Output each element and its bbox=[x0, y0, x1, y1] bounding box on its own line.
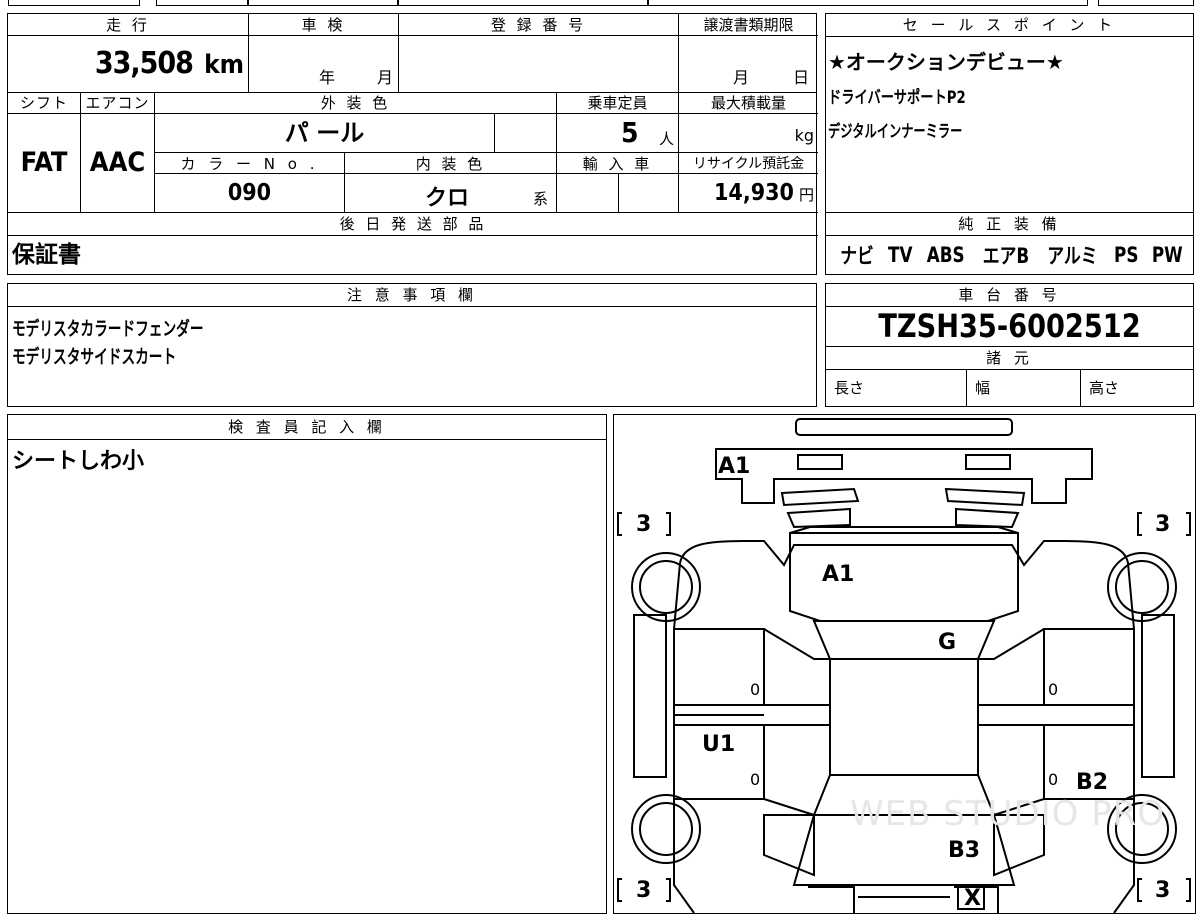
equipment-item: エアB bbox=[982, 244, 1029, 268]
notes-header: 注 意 事 項 欄 bbox=[8, 284, 816, 307]
exterior-color-header: 外 装 色 bbox=[154, 92, 556, 114]
mark-front-bumper: A1 bbox=[718, 454, 750, 479]
shift-value: FAT bbox=[20, 147, 68, 178]
inspector-text: シートしわ小 bbox=[12, 449, 145, 474]
mileage-unit: km bbox=[204, 50, 244, 80]
inspection-year-label: 年 bbox=[319, 68, 336, 87]
inspection-value-cell: 年 月 bbox=[248, 36, 398, 92]
note-line: モデリスタサイドスカート bbox=[12, 346, 177, 368]
equipment-item: ABS bbox=[927, 243, 965, 267]
sales-point-line: ★オークションデビュー★ bbox=[828, 50, 1064, 74]
interior-color-value: クロ 系 bbox=[344, 174, 556, 212]
tire-front-right: 3 bbox=[1155, 512, 1170, 537]
notes-box: 注 意 事 項 欄 モデリスタカラードフェンダー モデリスタサイドスカート bbox=[7, 283, 817, 407]
mileage-value-cell: 33,508 km bbox=[8, 36, 248, 92]
mark-roof-rear: B3 bbox=[948, 838, 980, 863]
equipment-item: PW bbox=[1152, 243, 1184, 267]
tire-rear-left: 3 bbox=[636, 878, 651, 903]
mark-right-rear-door: B2 bbox=[1076, 770, 1108, 795]
door-value: 0 bbox=[1048, 680, 1058, 699]
max-load-header: 最大積載量 bbox=[678, 92, 818, 114]
tire-rear-right: 3 bbox=[1155, 878, 1170, 903]
inspector-header: 検 査 員 記 入 欄 bbox=[8, 415, 606, 440]
registration-value-cell bbox=[398, 36, 678, 92]
deferred-parts-header: 後 日 発 送 部 品 bbox=[8, 212, 818, 236]
car-diagram-box: WEB STUDIO PRO A1 A1 G U1 B2 B3 X 3 3 3 … bbox=[613, 414, 1196, 914]
door-value: 0 bbox=[1048, 770, 1058, 789]
chassis-number: TZSH35-6002512 bbox=[878, 307, 1141, 345]
equipment-item: TV bbox=[887, 243, 913, 267]
spec-width-label: 幅 bbox=[966, 369, 1080, 406]
spec-length-label: 長さ bbox=[834, 379, 865, 397]
recycle-fee-value: 14,930 円 bbox=[678, 174, 818, 212]
main-info-grid: 走 行 車 検 登 録 番 号 譲渡書類期限 33,508 km 年 月 月 日… bbox=[7, 13, 818, 275]
spec-height-label: 高さ bbox=[1080, 369, 1193, 406]
standard-equipment-header: 純 正 装 備 bbox=[826, 213, 1193, 236]
diagram-watermark: WEB STUDIO PRO bbox=[850, 794, 1165, 834]
capacity-header: 乗車定員 bbox=[556, 92, 678, 114]
shift-header: シフト bbox=[8, 92, 80, 114]
specs-header: 諸 元 bbox=[826, 346, 1193, 370]
equipment-item: ナビ bbox=[840, 244, 874, 268]
top-strip bbox=[8, 0, 1194, 6]
max-load-value: kg bbox=[678, 114, 818, 152]
standard-equipment-box: 純 正 装 備 ナビ TV ABS エアB アルミ PS PW bbox=[825, 213, 1194, 275]
inspection-header: 車 検 bbox=[248, 14, 398, 36]
mark-windshield: G bbox=[938, 630, 956, 655]
color-no-value: 090 bbox=[154, 174, 344, 212]
color-no-header: カ ラ ー N o . bbox=[154, 152, 344, 174]
recycle-fee-header: リサイクル預託金 bbox=[678, 152, 818, 174]
transfer-month-label: 月 bbox=[733, 68, 750, 87]
sales-point-line: デジタルインナーミラー bbox=[828, 122, 963, 142]
capacity-value: 5 人 bbox=[556, 114, 678, 152]
inspection-month-label: 月 bbox=[377, 68, 394, 87]
mileage-header: 走 行 bbox=[8, 14, 248, 36]
mark-left-front-door: U1 bbox=[702, 732, 735, 757]
transfer-deadline-header: 譲渡書類期限 bbox=[678, 14, 818, 36]
import-value bbox=[556, 174, 618, 212]
mark-hood: A1 bbox=[822, 562, 854, 587]
exterior-color-value: パ ール bbox=[154, 114, 494, 152]
inspector-box: 検 査 員 記 入 欄 シートしわ小 bbox=[7, 414, 607, 914]
interior-color-header: 内 装 色 bbox=[344, 152, 556, 174]
transfer-day-label: 日 bbox=[793, 68, 810, 87]
deferred-parts-value: 保証書 bbox=[12, 242, 81, 268]
car-diagram: WEB STUDIO PRO A1 A1 G U1 B2 B3 X 3 3 3 … bbox=[617, 418, 1191, 913]
tire-front-left: 3 bbox=[636, 512, 651, 537]
chassis-header: 車 台 番 号 bbox=[826, 284, 1193, 307]
sales-point-line: ドライバーサポートP2 bbox=[828, 88, 966, 108]
equipment-item: PS bbox=[1114, 243, 1139, 267]
mileage-value: 33,508 bbox=[94, 46, 194, 81]
sales-points-box: セ ー ル ス ポ イ ン ト ★オークションデビュー★ ドライバーサポートP2… bbox=[825, 13, 1194, 213]
aircon-value: AAC bbox=[80, 114, 154, 212]
equipment-item: アルミ bbox=[1047, 244, 1098, 268]
registration-header: 登 録 番 号 bbox=[398, 14, 678, 36]
sales-points-header: セ ー ル ス ポ イ ン ト bbox=[826, 14, 1193, 37]
chassis-box: 車 台 番 号 TZSH35-6002512 諸 元 長さ 幅 高さ bbox=[825, 283, 1194, 407]
mark-rear-bumper: X bbox=[964, 886, 981, 911]
note-line: モデリスタカラードフェンダー bbox=[12, 318, 204, 340]
door-value: 0 bbox=[750, 770, 760, 789]
transfer-deadline-value-cell: 月 日 bbox=[678, 36, 818, 92]
door-value: 0 bbox=[750, 680, 760, 699]
equipment-list: ナビ TV ABS エアB アルミ PS PW bbox=[836, 237, 1187, 273]
import-header: 輸 入 車 bbox=[556, 152, 678, 174]
aircon-header: エアコン bbox=[80, 92, 154, 114]
